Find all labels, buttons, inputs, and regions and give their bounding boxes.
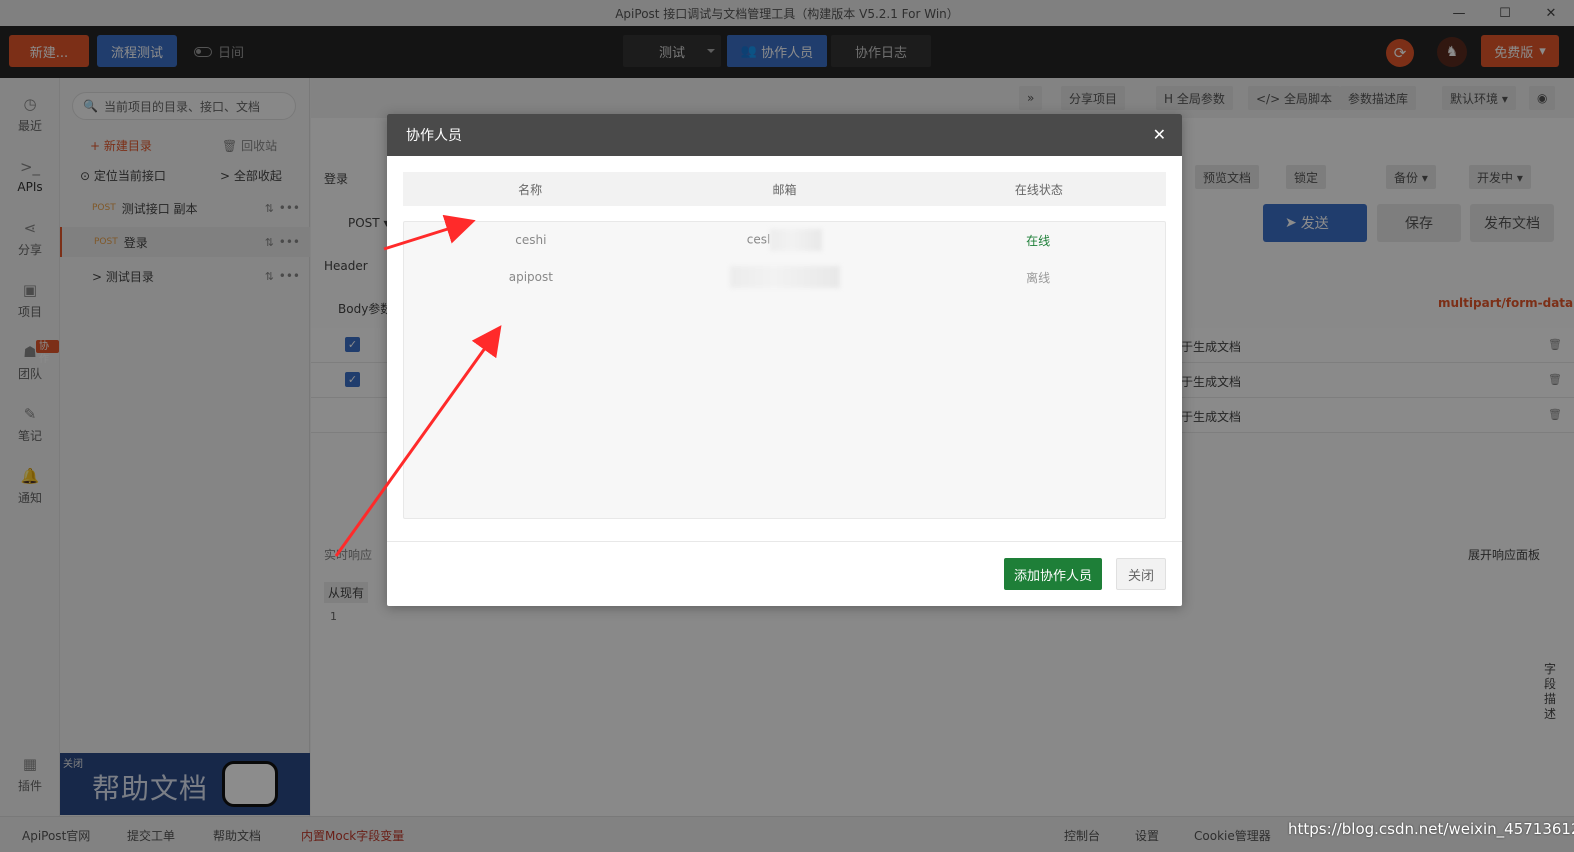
member-status: 离线: [1026, 270, 1051, 285]
watermark: https://blog.csdn.net/weixin_45713612: [1288, 820, 1574, 838]
close-icon[interactable]: ✕: [1153, 125, 1166, 144]
modal-divider: [387, 541, 1182, 542]
column-header-email: 邮箱: [772, 182, 797, 197]
modal-title: 协作人员: [406, 128, 462, 144]
add-collaborator-button[interactable]: 添加协作人员: [1004, 558, 1102, 590]
column-header-name: 名称: [518, 182, 543, 197]
member-email: [658, 266, 912, 288]
close-modal-button[interactable]: 关闭: [1116, 558, 1166, 590]
member-name: apipost: [508, 270, 553, 284]
member-email-text: cesl: [746, 232, 771, 247]
column-header-status: 在线状态: [1014, 182, 1063, 197]
modal-header: 协作人员 ✕: [387, 114, 1182, 156]
table-header: 名称 邮箱 在线状态: [403, 172, 1166, 206]
collaborators-modal: 协作人员 ✕ 名称 邮箱 在线状态 ceshi cesl 在线 apipost …: [387, 114, 1182, 606]
table-body: ceshi cesl 在线 apipost 离线: [403, 221, 1166, 519]
table-row: apipost 离线: [404, 262, 1165, 292]
email-blur: [729, 266, 840, 288]
email-blur: [770, 229, 823, 251]
member-status: 在线: [1026, 233, 1051, 248]
member-email: cesl: [658, 229, 912, 251]
member-name: ceshi: [515, 233, 547, 247]
table-row: ceshi cesl 在线: [404, 225, 1165, 255]
